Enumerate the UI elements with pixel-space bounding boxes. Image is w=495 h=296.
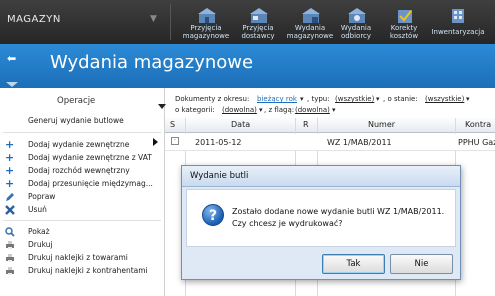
yes-button[interactable]: Tak	[322, 254, 385, 274]
flag-dropdown[interactable]: (dowolna)	[295, 106, 330, 114]
toolbar-label: Wydania odbiorcy	[340, 24, 372, 40]
customer-delivery-icon	[348, 8, 366, 23]
flag-label: , z flagą:	[264, 106, 295, 114]
state-label: , o stanie:	[383, 95, 418, 103]
printer-icon	[6, 241, 14, 249]
collapse-panel-icon[interactable]	[6, 82, 18, 87]
row-pointer-icon	[153, 138, 158, 146]
edit-pencil-icon	[6, 193, 14, 201]
toolbar-button-inventory[interactable]: Inwentaryzacja	[428, 0, 488, 44]
type-dropdown-caret[interactable]: ▾	[376, 95, 380, 103]
generate-bottle-issue-link[interactable]: Generuj wydanie butlowe	[28, 116, 124, 125]
cell-number: WZ 1/MAB/2011	[327, 138, 392, 147]
cell-contractor: PPHU Gaz	[458, 138, 495, 147]
toolbar-button-customer-issues[interactable]: Wydania odbiorcy	[330, 0, 382, 44]
magnifier-icon	[5, 227, 15, 237]
period-dropdown[interactable]: bieżący rok	[257, 95, 297, 103]
category-label: o kategorii:	[175, 106, 215, 114]
divider	[3, 132, 161, 133]
add-internal-issue-link[interactable]: Dodaj rozchód wewnętrzny	[28, 166, 130, 175]
confirm-dialog: Wydanie butli ? Zostało dodane nowe wyda…	[181, 165, 461, 280]
type-label: , typu:	[307, 95, 330, 103]
module-title: MAGAZYN	[7, 14, 61, 25]
top-toolbar: MAGAZYN ▼ Przyjęcia magazynowe Przyjęcia…	[0, 0, 495, 44]
toolbar-divider	[170, 4, 171, 40]
filter-bar: Dokumenty z okresu: bieżący rok ▾ , typu…	[165, 88, 495, 118]
state-dropdown-caret[interactable]: ▾	[466, 95, 470, 103]
inventory-icon	[452, 9, 464, 23]
column-header-s[interactable]: S	[170, 120, 175, 129]
grid-header: S Data R Numer Kontra	[165, 118, 495, 133]
add-external-issue-vat-link[interactable]: Dodaj wydanie zewnętrzne z VAT	[28, 153, 152, 162]
column-header-r[interactable]: R	[303, 120, 309, 129]
flag-dropdown-caret[interactable]: ▾	[332, 106, 336, 114]
add-icon: +	[5, 138, 15, 151]
printer-icon	[6, 267, 14, 275]
category-dropdown[interactable]: (dowolna)	[222, 106, 257, 114]
add-external-issue-link[interactable]: Dodaj wydanie zewnętrzne	[28, 140, 129, 149]
category-dropdown-caret[interactable]: ▾	[259, 106, 263, 114]
period-dropdown-caret[interactable]: ▾	[300, 95, 304, 103]
cell-date: 2011-05-12	[195, 138, 242, 147]
add-icon: +	[5, 177, 15, 190]
print-goods-labels-link[interactable]: Drukuj naklejki z towarami	[28, 253, 128, 262]
add-transfer-link[interactable]: Dodaj przesunięcie międzymag...	[28, 179, 153, 188]
toolbar-label: Przyjęcia magazynowe	[182, 24, 230, 40]
column-header-contractor[interactable]: Kontra	[465, 120, 491, 129]
state-dropdown[interactable]: (wszystkie)	[425, 95, 464, 103]
edit-link[interactable]: Popraw	[28, 192, 55, 201]
toolbar-label: Przyjęcia dostawcy	[241, 24, 275, 40]
type-dropdown[interactable]: (wszystkie)	[335, 95, 374, 103]
question-icon: ?	[202, 204, 224, 226]
no-button[interactable]: Nie	[390, 254, 453, 274]
dialog-message-line2: Czy chcesz je wydrukować?	[232, 219, 343, 228]
dialog-title: Wydanie butli	[190, 171, 249, 181]
operations-panel: Operacje Generuj wydanie butlowe + Dodaj…	[0, 88, 165, 296]
module-selector[interactable]: MAGAZYN ▼	[0, 0, 170, 44]
dialog-message-line1: Zostało dodane nowe wydanie butli WZ 1/M…	[232, 207, 445, 216]
warehouse-in-icon	[198, 8, 216, 23]
print-contractor-labels-link[interactable]: Drukuj naklejki z kontrahentami	[28, 266, 148, 275]
period-label: Dokumenty z okresu:	[175, 95, 250, 103]
delete-link[interactable]: Usuń	[28, 205, 47, 214]
toolbar-button-goods-issued[interactable]: Wydania magazynowe	[284, 0, 336, 44]
chevron-down-icon: ▼	[150, 14, 157, 24]
column-header-date[interactable]: Data	[231, 120, 250, 129]
printer-icon	[6, 254, 14, 262]
page-title: Wydania magazynowe	[50, 52, 254, 73]
print-link[interactable]: Drukuj	[28, 240, 53, 249]
toolbar-button-supplier-receipts[interactable]: Przyjęcia dostawcy	[232, 0, 284, 44]
delete-icon	[5, 205, 15, 215]
add-icon: +	[5, 151, 15, 164]
toolbar-label: Inwentaryzacja	[431, 28, 485, 36]
cost-correction-icon	[398, 10, 412, 23]
operations-title: Operacje	[57, 96, 96, 106]
toolbar-label: Wydania magazynowe	[286, 24, 334, 40]
divider	[3, 220, 161, 221]
supplier-delivery-icon	[250, 8, 268, 23]
dialog-body	[186, 189, 456, 247]
toolbar-button-cost-corrections[interactable]: Korekty kosztów	[378, 0, 430, 44]
warehouse-out-icon	[302, 8, 320, 23]
toolbar-button-goods-received[interactable]: Przyjęcia magazynowe	[180, 0, 232, 44]
back-arrow-icon[interactable]: ⬅	[7, 52, 19, 65]
collapse-filter-icon[interactable]	[158, 104, 166, 109]
column-header-number[interactable]: Numer	[368, 120, 395, 129]
show-link[interactable]: Pokaż	[28, 227, 50, 236]
page-header: ⬅ Wydania magazynowe	[0, 44, 495, 88]
table-row[interactable]: · 2011-05-12 WZ 1/MAB/2011 PPHU Gaz	[153, 134, 495, 151]
document-status-icon: ·	[171, 137, 179, 145]
add-icon: +	[5, 164, 15, 177]
dialog-titlebar[interactable]: Wydanie butli	[182, 166, 460, 187]
toolbar-label: Korekty kosztów	[389, 24, 419, 40]
